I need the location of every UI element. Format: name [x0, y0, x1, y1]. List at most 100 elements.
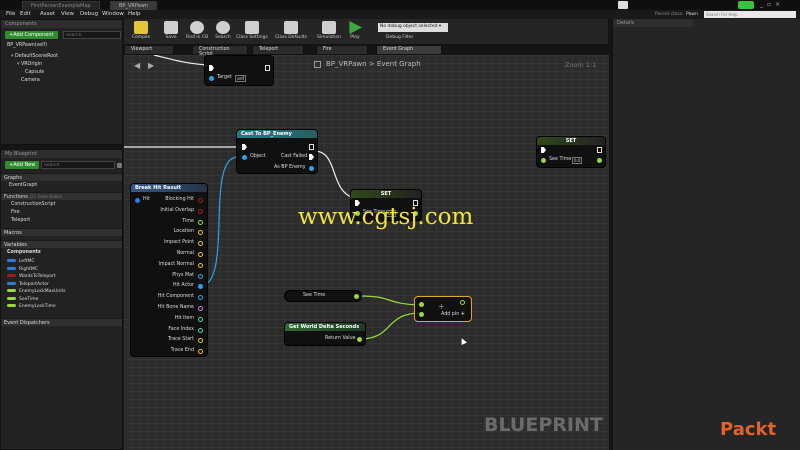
compile-button[interactable]: Compile — [126, 19, 156, 45]
pin-dot[interactable] — [198, 208, 203, 214]
exec-in-pin[interactable] — [209, 65, 214, 71]
cast-node[interactable]: Cast To BP_Enemy Object Cast Failed As B… — [236, 129, 318, 174]
play-button[interactable]: Play — [344, 19, 366, 45]
functions-section[interactable]: Functions (21 Overridable) — [1, 192, 122, 200]
target-pin[interactable] — [209, 76, 214, 81]
tab-teleport[interactable]: Teleport — [252, 45, 304, 55]
pin-dot[interactable] — [198, 284, 203, 290]
break-hit-pin[interactable]: Impact Normal — [131, 262, 207, 271]
break-hit-pin[interactable]: Hit Component — [131, 294, 207, 303]
eye-icon[interactable] — [117, 163, 122, 168]
component-tree-item[interactable]: ▾ DefaultSceneRoot — [11, 53, 58, 61]
menu-asset[interactable]: Asset — [40, 11, 55, 17]
tab-viewport[interactable]: Viewport — [124, 45, 174, 55]
variable-item[interactable]: SeeTime — [5, 296, 121, 304]
menu-help[interactable]: Help — [128, 11, 141, 17]
exec-out-pin[interactable] — [309, 144, 314, 150]
break-hit-pin[interactable]: Phys Mat — [131, 273, 207, 282]
see-time-getter[interactable]: See Time — [284, 290, 362, 302]
pin-dot[interactable] — [198, 241, 203, 247]
add-input-b-pin[interactable] — [419, 312, 424, 317]
variable-item[interactable]: EnemyLockMaxUnits — [5, 288, 121, 296]
break-hit-pin[interactable]: Face Index — [131, 327, 207, 336]
components-category[interactable]: Components — [7, 249, 41, 257]
class-defaults-button[interactable]: Class Defaults — [274, 19, 308, 45]
add-output-pin[interactable] — [460, 300, 465, 305]
component-tree-item[interactable]: Camera — [21, 77, 40, 85]
see-time-value[interactable]: 0.0 — [572, 157, 583, 164]
doc-tab-bp[interactable]: BP_VRPawn — [110, 1, 157, 10]
variable-item[interactable]: LeftMC — [5, 258, 121, 266]
pin-dot[interactable] — [198, 295, 203, 301]
break-hit-pin[interactable]: Trace End — [131, 348, 207, 357]
pin-dot[interactable] — [198, 306, 203, 311]
component-tree-item[interactable]: ▾ VROrigin — [17, 61, 42, 69]
pin-dot[interactable] — [198, 316, 203, 322]
graphs-section[interactable]: Graphs — [1, 173, 122, 181]
macros-section[interactable]: Macros — [1, 228, 122, 236]
get-world-delta-node[interactable]: Get World Delta Seconds Return Value — [284, 322, 366, 346]
event-dispatchers-section[interactable]: Event Dispatchers — [1, 318, 122, 326]
components-search-input[interactable] — [63, 31, 121, 39]
graph-canvas[interactable]: ◀ ▶ BP_VRPawn > Event Graph Zoom 1:1 Tar… — [124, 55, 609, 450]
break-hit-pin[interactable]: Normal — [131, 251, 207, 260]
parent-class-value[interactable]: Pawn — [686, 12, 698, 17]
variable-item[interactable]: EnemyLockTime — [5, 303, 121, 311]
tab-fire[interactable]: Fire — [316, 45, 368, 55]
menu-edit[interactable]: Edit — [20, 11, 31, 17]
pin-dot[interactable] — [198, 198, 203, 203]
pin-dot[interactable] — [198, 327, 203, 333]
tab-event-graph[interactable]: Event Graph — [376, 45, 442, 55]
back-arrow-icon[interactable]: ◀ — [134, 61, 140, 70]
see-time-pin[interactable] — [541, 158, 546, 163]
as-enemy-pin[interactable] — [309, 166, 314, 171]
exec-in-pin[interactable] — [541, 147, 546, 153]
pin-dot[interactable] — [198, 262, 203, 268]
break-hit-pin[interactable]: Location — [131, 229, 207, 238]
tab-construction-script[interactable]: Construction Script — [192, 45, 248, 57]
break-hit-pin[interactable]: Impact Point — [131, 240, 207, 249]
break-hit-pin[interactable]: Hit Bone Name — [131, 305, 207, 314]
pin-dot[interactable] — [198, 230, 203, 236]
variable-item[interactable]: WantsToTeleport — [5, 273, 121, 281]
pin-dot[interactable] — [198, 349, 203, 355]
blueprint-search-input[interactable] — [41, 161, 115, 169]
target-value[interactable]: self — [235, 75, 247, 82]
forward-arrow-icon[interactable]: ▶ — [148, 61, 154, 70]
function-item[interactable]: Teleport — [11, 217, 30, 225]
see-time-getter-pin[interactable] — [354, 294, 359, 299]
pin-dot[interactable] — [198, 219, 203, 225]
exec-in-pin[interactable] — [242, 144, 247, 150]
break-hit-result-node[interactable]: Break Hit Result Hit Blocking Hit Initial… — [130, 183, 208, 357]
pin-dot[interactable] — [198, 338, 203, 344]
break-hit-pin[interactable]: Hit Item — [131, 316, 207, 325]
menu-view[interactable]: View — [61, 11, 74, 17]
help-search-input[interactable] — [704, 11, 796, 18]
doc-tab-map[interactable]: FirstPersonExampleMap — [22, 1, 100, 10]
menu-window[interactable]: Window — [102, 11, 124, 17]
break-hit-pin[interactable]: Hit Actor — [131, 283, 207, 292]
add-float-node[interactable]: + Add pin + — [414, 296, 472, 322]
add-new-button[interactable]: +Add New — [5, 161, 40, 169]
search-button[interactable]: Search — [208, 19, 238, 45]
add-component-button[interactable]: +Add Component — [5, 31, 58, 39]
simulation-button[interactable]: Simulation — [314, 19, 344, 45]
component-tree-item[interactable]: Capsule — [25, 69, 44, 77]
object-pin[interactable] — [242, 155, 247, 160]
debug-object-select[interactable]: No debug object selected ▾ — [378, 23, 448, 32]
menu-file[interactable]: File — [6, 11, 15, 17]
break-hit-pin[interactable]: Trace Start — [131, 337, 207, 346]
set-node-2[interactable]: SET See Time 0.0 — [536, 136, 606, 168]
cast-failed-pin[interactable] — [309, 154, 314, 160]
target-node[interactable]: Target self — [204, 55, 274, 86]
add-input-a-pin[interactable] — [419, 302, 424, 307]
variable-item[interactable]: RightMC — [5, 266, 121, 274]
break-hit-pin[interactable]: Initial Overlap — [131, 208, 207, 217]
variable-item[interactable]: TeleportActor — [5, 281, 121, 289]
function-item[interactable]: Fire — [11, 209, 20, 217]
function-item[interactable]: ConstructionScript — [11, 201, 55, 209]
menu-debug[interactable]: Debug — [80, 11, 98, 17]
break-hit-pin[interactable]: Blocking Hit — [131, 197, 207, 206]
component-self[interactable]: BP_VRPawn(self) — [7, 42, 47, 50]
variables-section[interactable]: Variables — [1, 240, 122, 248]
